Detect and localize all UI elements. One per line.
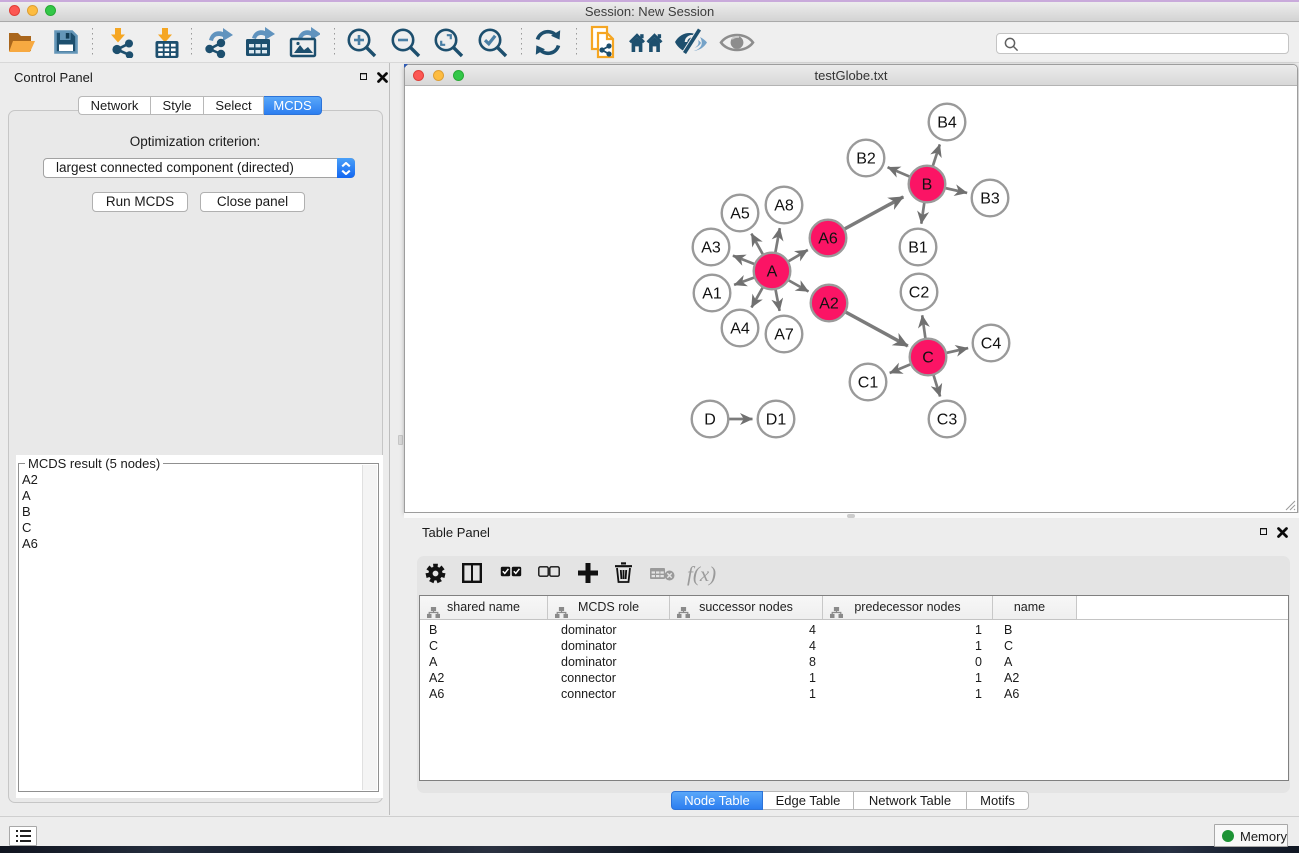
svg-text:C2: C2 bbox=[909, 285, 930, 302]
svg-text:D1: D1 bbox=[766, 412, 787, 429]
svg-text:A6: A6 bbox=[818, 231, 838, 248]
svg-text:B1: B1 bbox=[908, 240, 928, 257]
svg-text:C4: C4 bbox=[981, 336, 1002, 353]
svg-text:A7: A7 bbox=[774, 327, 794, 344]
svg-text:B: B bbox=[922, 177, 933, 194]
svg-text:B4: B4 bbox=[937, 115, 957, 132]
svg-text:A5: A5 bbox=[730, 206, 750, 223]
svg-text:B3: B3 bbox=[980, 191, 1000, 208]
svg-text:A4: A4 bbox=[730, 321, 750, 338]
svg-text:A3: A3 bbox=[701, 240, 721, 257]
svg-text:C1: C1 bbox=[858, 375, 879, 392]
svg-text:A: A bbox=[767, 264, 778, 281]
svg-text:C3: C3 bbox=[937, 412, 958, 429]
svg-text:D: D bbox=[704, 412, 716, 429]
svg-text:B2: B2 bbox=[856, 151, 876, 168]
svg-text:A8: A8 bbox=[774, 198, 794, 215]
svg-text:A2: A2 bbox=[819, 296, 839, 313]
svg-text:A1: A1 bbox=[702, 286, 722, 303]
svg-text:C: C bbox=[922, 350, 934, 367]
